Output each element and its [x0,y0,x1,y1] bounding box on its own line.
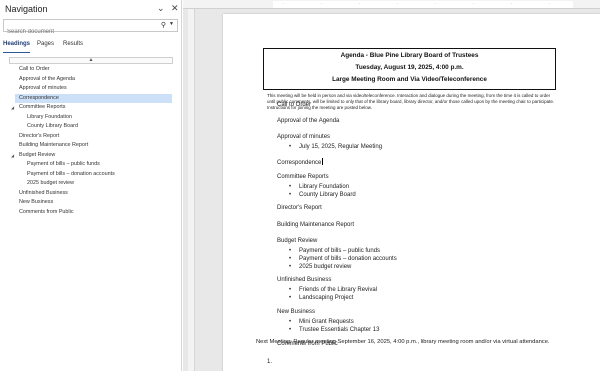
nav-heading-item[interactable]: Budget Review [19,151,55,160]
next-meeting-line: Next Meeting: Regular meeting September … [256,339,550,345]
nav-heading-item[interactable]: Correspondence [15,93,172,103]
horizontal-ruler[interactable]: · · · · · · · · [183,0,600,9]
agenda-bullet-item: 2025 budget review [299,263,352,270]
nav-heading-item[interactable]: Building Maintenance Report [19,141,88,150]
ruler-tick: · [359,2,361,6]
nav-heading-label: Budget Review [19,151,56,158]
bullet-icon: • [289,255,292,262]
nav-heading-label: Director's Report [19,132,60,139]
nav-heading-item[interactable]: Library Foundation [27,113,72,122]
ruler-tick: · [511,2,513,6]
bullet-icon: • [289,327,292,333]
nav-heading-item[interactable]: Approval of the Agenda [19,75,75,84]
agenda-bullet-item: Library Foundation [299,183,350,190]
agenda-heading: Committee Reports [277,173,329,180]
agenda-bullet-item: Payment of bills – public funds [299,247,381,254]
ruler-tick: · [435,2,437,6]
word-window: Navigation ⌄ ✕ ⚲ ▼ Headings Pages Result… [0,0,600,371]
agenda-title-box: Agenda - Blue Pine Library Board of Trus… [263,48,556,90]
nav-heading-item[interactable]: New Business [19,198,53,207]
tab-pages[interactable]: Pages [37,41,54,53]
agenda-bullet-item: Landscaping Project [299,295,354,302]
nav-heading-label: 2025 budget review [27,180,75,186]
bullet-icon: • [289,144,292,151]
search-options-icon[interactable]: ▼ [169,21,174,27]
agenda-heading: Director's Report [277,205,322,212]
nav-heading-item[interactable]: County Library Board [27,122,78,131]
close-icon[interactable]: ✕ [171,3,179,14]
nav-heading-item[interactable]: Approval of minutes [19,84,67,93]
navigation-pane: Navigation ⌄ ✕ ⚲ ▼ Headings Pages Result… [0,0,182,371]
agenda-heading: Call to Order [277,102,312,108]
navigation-title: Navigation [5,4,48,14]
nav-heading-item[interactable]: Payment of bills – donation accounts [27,170,115,179]
bullet-icon: • [289,287,292,294]
agenda-heading: New Business [277,308,316,315]
tab-headings[interactable]: Headings [3,41,31,53]
bullet-icon: • [289,263,292,270]
agenda-bullet-item: July 15, 2025, Regular Meeting [299,144,383,151]
nav-heading-label: County Library Board [27,123,78,129]
nav-heading-label: Unfinished Business [19,189,68,196]
tab-results[interactable]: Results [63,41,83,53]
agenda-bullet-item: Mini Grant Requests [299,318,354,325]
search-icon[interactable]: ⚲ [161,21,166,29]
agenda-heading: Building Maintenance Report [277,221,355,228]
agenda-bullet-item: Payment of bills – donation accounts [299,255,397,262]
chevron-down-icon[interactable]: ⌄ [157,3,165,14]
bullet-icon: • [289,183,292,190]
nav-heading-item[interactable]: Call to Order [19,65,50,74]
search-input[interactable] [4,26,154,38]
agenda-bullet-item: Trustee Essentials Chapter 13 [299,327,380,333]
nav-heading-item[interactable]: Comments from Public [19,208,74,217]
agenda-heading: Approval of the Agenda [277,118,340,125]
nav-heading-label: Payment of bills – donation accounts [27,170,115,177]
agenda-heading: Approval of minutes [277,134,331,141]
agenda-heading: Correspondence [277,157,323,166]
ruler-tick: · [473,2,475,6]
agenda-bullet-item: Friends of the Library Revival [299,287,378,294]
search-box[interactable]: ⚲ ▼ [3,19,178,38]
bullet-icon: • [289,191,292,198]
agenda-date-line: Tuesday, August 19, 2025, 4:00 p.m. [355,64,464,71]
agenda-heading: Budget Review [277,237,318,244]
agenda-heading: Unfinished Business [277,277,332,284]
nav-heading-label: Payment of bills – public funds [27,161,100,167]
nav-heading-label: Approval of minutes [19,85,67,91]
text-cursor [321,157,323,165]
nav-heading-label: New Business [19,199,54,205]
nav-heading-item[interactable]: 2025 budget review [27,179,74,188]
ruler-tick: · [321,2,323,6]
vertical-ruler[interactable] [188,9,195,371]
ruler-tick: · [549,2,551,6]
nav-heading-label: Committee Reports [19,104,66,110]
scroll-up-button[interactable]: ▲ [9,57,173,64]
expand-caret-icon[interactable]: ◢ [11,153,14,158]
nav-heading-label: Comments from Public [19,208,74,215]
list-number: 1. [267,359,273,365]
nav-heading-label: Call to Order [19,66,50,72]
agenda-location-line: Large Meeting Room and Via Video/Telecon… [332,76,487,83]
ruler-tick: · [397,2,399,6]
nav-heading-item[interactable]: Unfinished Business [19,189,68,198]
bullet-icon: • [289,318,292,325]
bullet-icon: • [289,247,292,254]
nav-heading-label: Library Foundation [27,113,72,120]
document-page[interactable]: Agenda - Blue Pine Library Board of Trus… [223,14,600,371]
agenda-bullet-item: County Library Board [299,191,356,198]
nav-heading-label: Approval of the Agenda [19,75,76,82]
nav-heading-label: Building Maintenance Report [19,142,89,148]
nav-heading-item[interactable]: Committee Reports [19,103,65,112]
nav-heading-label: Correspondence [19,94,59,101]
bullet-icon: • [289,295,292,302]
ruler-tick: · [283,2,285,6]
expand-caret-icon[interactable]: ◢ [11,105,14,110]
agenda-title-line: Agenda - Blue Pine Library Board of Trus… [340,52,479,59]
nav-heading-item[interactable]: Payment of bills – public funds [27,160,100,169]
nav-heading-item[interactable]: Director's Report [19,132,59,141]
